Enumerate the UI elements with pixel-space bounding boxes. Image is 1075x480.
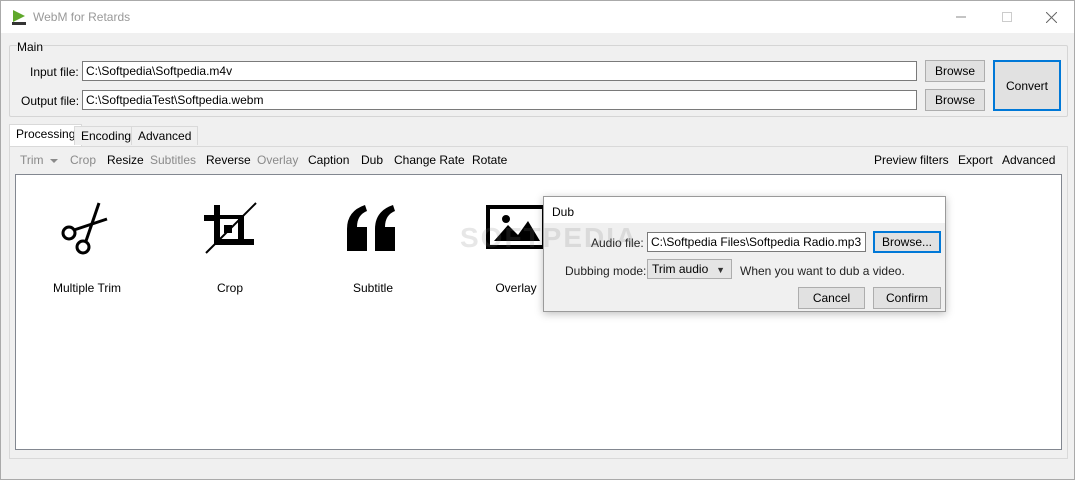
convert-button[interactable]: Convert [993, 60, 1061, 111]
output-file-label: Output file: [21, 94, 80, 108]
resize-tool-button[interactable]: Resize [107, 153, 144, 167]
crop-tool[interactable]: Crop [170, 199, 290, 299]
input-file-field[interactable]: C:\Softpedia\Softpedia.m4v [82, 61, 917, 81]
output-browse-button[interactable]: Browse [925, 89, 985, 111]
window-title: WebM for Retards [33, 10, 131, 24]
dubbing-mode-hint: When you want to dub a video. [740, 264, 905, 278]
change-rate-tool-button[interactable]: Change Rate [394, 153, 465, 167]
watermark: SOFTPEDIA [460, 222, 639, 253]
audio-file-field[interactable]: C:\Softpedia Files\Softpedia Radio.mp3 [647, 232, 866, 252]
subtitles-tool-button[interactable]: Subtitles [150, 153, 196, 167]
dub-tool-button[interactable]: Dub [361, 153, 383, 167]
rotate-tool-button[interactable]: Rotate [472, 153, 507, 167]
confirm-button[interactable]: Confirm [873, 287, 941, 309]
crop-icon [204, 202, 257, 254]
input-file-label: Input file: [30, 65, 79, 79]
dub-dialog: Dub Audio file: C:\Softpedia Files\Softp… [543, 196, 946, 312]
crop-tool-button[interactable]: Crop [70, 153, 96, 167]
tool-label-crop: Crop [216, 281, 243, 295]
export-button[interactable]: Export [958, 153, 993, 167]
tab-processing[interactable]: Processing [9, 124, 83, 146]
dubbing-mode-select[interactable]: Trim audio ▼ [647, 259, 732, 279]
cancel-button[interactable]: Cancel [798, 287, 865, 309]
tab-advanced[interactable]: Advanced [131, 126, 199, 145]
maximize-button[interactable] [984, 1, 1030, 33]
overlay-tool-button[interactable]: Overlay [257, 153, 298, 167]
input-browse-button[interactable]: Browse [925, 60, 985, 82]
trim-menu-label: Trim [20, 153, 44, 167]
close-window-button[interactable] [1028, 1, 1074, 33]
main-group-label: Main [17, 40, 44, 54]
trim-menu[interactable]: Trim [20, 153, 58, 167]
chevron-down-icon [49, 158, 58, 163]
reverse-tool-button[interactable]: Reverse [206, 153, 251, 167]
caption-tool-button[interactable]: Caption [308, 153, 349, 167]
tool-label-multiple-trim: Multiple Trim [52, 281, 121, 295]
title-bar: WebM for Retards [1, 1, 1074, 33]
chevron-down-icon: ▼ [716, 265, 725, 275]
tab-encoding[interactable]: Encoding [74, 126, 139, 145]
output-file-field[interactable]: C:\SoftpediaTest\Softpedia.webm [82, 90, 917, 110]
status-bar [1, 459, 1074, 479]
quote-icon [347, 205, 395, 251]
dub-dialog-title: Dub [544, 197, 945, 223]
minimize-icon [956, 16, 966, 18]
audio-browse-button[interactable]: Browse... [873, 231, 941, 253]
minimize-button[interactable] [938, 1, 984, 33]
multiple-trim-tool[interactable]: Multiple Trim [27, 199, 147, 299]
close-icon [1045, 11, 1057, 23]
subtitle-tool[interactable]: Subtitle [313, 199, 433, 299]
preview-filters-button[interactable]: Preview filters [874, 153, 949, 167]
scissors-icon [61, 202, 108, 255]
maximize-icon [1002, 12, 1012, 22]
dubbing-mode-value: Trim audio [652, 262, 709, 276]
dubbing-mode-label: Dubbing mode: [565, 264, 647, 278]
app-logo-icon [12, 10, 26, 25]
tool-label-subtitle: Subtitle [352, 281, 394, 295]
advanced-toolbar-button[interactable]: Advanced [1002, 153, 1055, 167]
